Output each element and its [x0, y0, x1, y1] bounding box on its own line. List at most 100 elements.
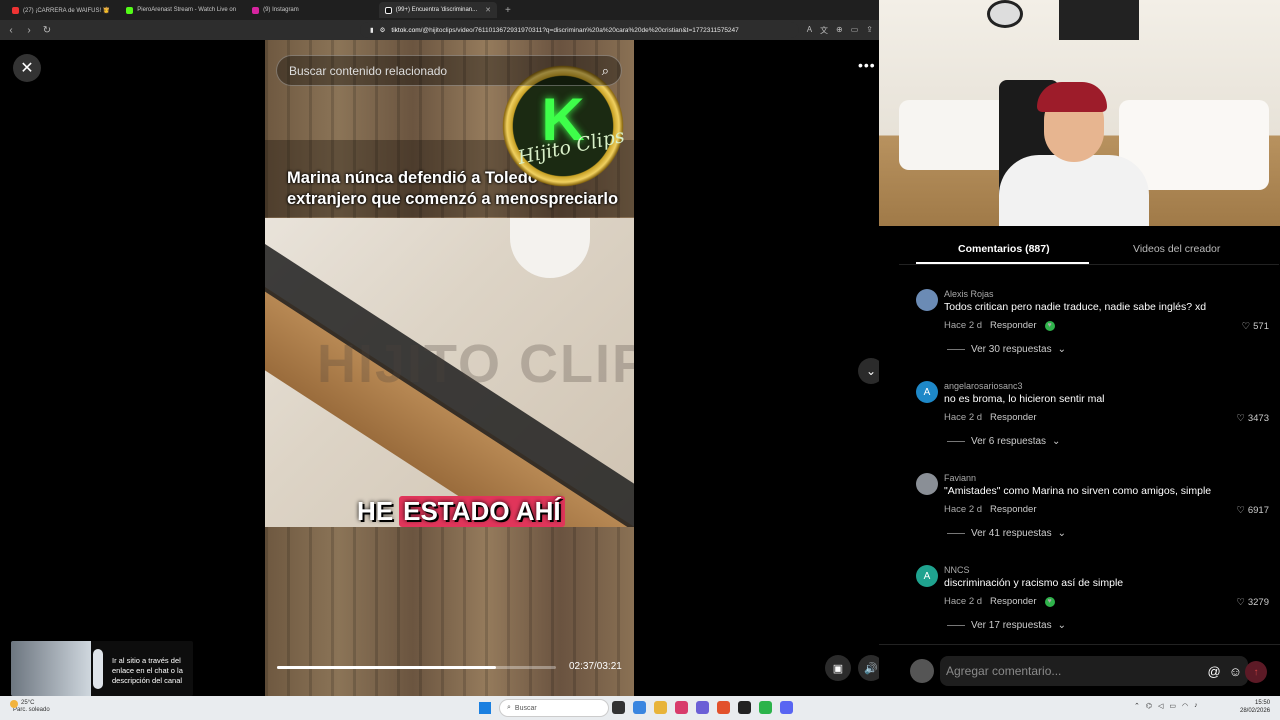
taskbar-clock[interactable]: 15:50 28/02/2026 — [1240, 699, 1270, 715]
app-icon[interactable] — [738, 701, 751, 714]
forward-icon[interactable]: › — [24, 25, 34, 36]
wifi-icon[interactable]: ◠ — [1182, 702, 1188, 710]
taskbar-search-label: Buscar — [514, 704, 537, 712]
comment-text: Todos critican pero nadie traduce, nadie… — [944, 301, 1207, 313]
explorer-icon[interactable] — [654, 701, 667, 714]
search-icon[interactable]: ⌕ — [602, 63, 609, 79]
reply-button[interactable]: Responder — [990, 320, 1036, 331]
avatar[interactable]: A — [916, 381, 938, 403]
browser-tab-tiktok[interactable]: (99+) Encuentra 'discriminan... ✕ — [378, 2, 498, 18]
brave-icon[interactable] — [717, 701, 730, 714]
app-icon[interactable] — [780, 701, 793, 714]
bookmark-icon[interactable]: ▮ — [370, 26, 374, 34]
video-caption: HE ESTADO AHÍ — [357, 496, 565, 527]
comment-username[interactable]: NNCS — [944, 565, 970, 575]
related-search-input[interactable]: Buscar contenido relacionado ⌕ — [276, 55, 622, 86]
browser-tab-instagram[interactable]: (9) Instagram — [246, 2, 305, 18]
kick-icon — [126, 6, 134, 14]
system-tray: ⌃ ⌬ ◁ ▭ ◠ ♪ — [1134, 702, 1198, 710]
url-field[interactable]: ▮ ⚙ tiktok.com/@hijitoclips/video/761101… — [360, 22, 799, 38]
replies-label: Ver 17 respuestas — [971, 620, 1052, 631]
avatar[interactable] — [916, 289, 938, 311]
zoom-icon[interactable]: ⊕ — [836, 25, 843, 36]
tab-creator-videos[interactable]: Videos del creador — [1133, 243, 1220, 255]
heart-icon: ♡ — [1236, 597, 1245, 608]
emoji-icon[interactable]: ☺ — [1229, 664, 1242, 679]
app-icon[interactable] — [759, 701, 772, 714]
mini-player-button[interactable]: ▣ — [825, 655, 851, 681]
task-view-icon[interactable] — [612, 701, 625, 714]
comment-time: Hace 2 d — [944, 596, 983, 607]
video-scene: HIJITO CLIPS — [265, 218, 634, 527]
browser-tab-youtube[interactable]: (27) ¡CARRERA de WAIFUS! 👸 — [6, 2, 116, 18]
heart-icon: ♡ — [1236, 413, 1245, 424]
app-icon[interactable] — [675, 701, 688, 714]
input-icons: @ ☺ — [1208, 664, 1242, 679]
view-replies-button[interactable]: Ver 41 respuestas ⌄ — [947, 528, 1066, 539]
like-button[interactable]: ♡ 571 — [1242, 321, 1269, 332]
tab-comments[interactable]: Comentarios (887) — [958, 243, 1050, 255]
windows-start-icon[interactable] — [479, 702, 491, 714]
divider — [947, 349, 965, 350]
chevron-up-icon[interactable]: ⌃ — [1134, 702, 1140, 710]
reply-button[interactable]: Responder — [990, 412, 1036, 423]
back-icon[interactable]: ‹ — [6, 25, 16, 36]
creator-reaction-icon: ♥ — [1044, 320, 1055, 331]
close-icon: ✕ — [20, 60, 34, 77]
volume-tray-icon[interactable]: ♪ — [1194, 702, 1198, 710]
video-progress-bar[interactable] — [277, 666, 556, 669]
like-count: 6917 — [1247, 505, 1269, 516]
screen: (27) ¡CARRERA de WAIFUS! 👸 PieroArenast … — [0, 0, 1280, 720]
reply-button[interactable]: Responder — [990, 596, 1036, 607]
view-replies-button[interactable]: Ver 17 respuestas ⌄ — [947, 620, 1066, 631]
network-icon[interactable]: ⌬ — [1146, 702, 1152, 710]
comment-meta: Hace 2 d Responder ♥ — [944, 320, 1055, 331]
avatar — [910, 659, 934, 683]
browser-tab-kick[interactable]: PieroArenast Stream - Watch Live on — [120, 2, 242, 18]
read-aloud-icon[interactable]: A — [807, 25, 812, 36]
app-icon[interactable] — [696, 701, 709, 714]
speaker-icon[interactable]: ◁ — [1158, 702, 1163, 710]
screen-icon[interactable]: ▭ — [851, 25, 859, 36]
comment-input[interactable]: Agregar comentario... @ ☺ — [940, 656, 1248, 686]
close-video-button[interactable]: ✕ — [13, 54, 41, 82]
battery-icon[interactable]: ▭ — [1169, 702, 1176, 710]
like-button[interactable]: ♡ 3279 — [1236, 597, 1269, 608]
like-button[interactable]: ♡ 3473 — [1236, 413, 1269, 424]
taskbar-search[interactable]: ⌕ Buscar — [499, 699, 609, 717]
reply-button[interactable]: Responder — [990, 504, 1036, 515]
view-replies-button[interactable]: Ver 30 respuestas ⌄ — [947, 344, 1066, 355]
mention-icon[interactable]: @ — [1208, 664, 1221, 679]
avatar[interactable] — [916, 473, 938, 495]
share-icon[interactable]: ⇪ — [866, 25, 873, 36]
new-tab-icon[interactable]: + — [501, 5, 515, 16]
weather-widget[interactable]: 25°C Parc. soleado — [10, 700, 50, 714]
like-count: 571 — [1253, 321, 1269, 332]
video-player[interactable]: Marina núnca defendió a Toledo de extran… — [265, 40, 634, 696]
like-button[interactable]: ♡ 6917 — [1236, 505, 1269, 516]
view-replies-button[interactable]: Ver 6 respuestas ⌄ — [947, 436, 1060, 447]
widgets-icon[interactable] — [633, 701, 646, 714]
avatar[interactable]: A — [916, 565, 938, 587]
browser-tab-bar: (27) ¡CARRERA de WAIFUS! 👸 PieroArenast … — [0, 0, 879, 20]
caption-highlight: ESTADO AHÍ — [399, 496, 565, 527]
stream-notification: Ir al sitio a través del enlace en el ch… — [11, 641, 193, 696]
notification-thumbnail — [11, 641, 91, 696]
comment-username[interactable]: Alexis Rojas — [944, 289, 994, 299]
replies-label: Ver 30 respuestas — [971, 344, 1052, 355]
send-button[interactable]: ↑ — [1245, 661, 1267, 683]
site-info-icon[interactable]: ⚙ — [380, 26, 386, 34]
comment-time: Hace 2 d — [944, 320, 983, 331]
weather-temp: 25°C — [21, 700, 35, 706]
comment-username[interactable]: Faviann — [944, 473, 976, 483]
creator-reaction-icon: ♥ — [1044, 596, 1055, 607]
reload-icon[interactable]: ↻ — [42, 25, 52, 36]
close-tab-icon[interactable]: ✕ — [485, 6, 491, 14]
tab-label: (9) Instagram — [263, 7, 299, 13]
divider — [947, 441, 965, 442]
url-site: tiktok.com — [391, 26, 421, 34]
notification-text: Ir al sitio a través del enlace en el ch… — [112, 656, 183, 685]
search-icon: ⌕ — [507, 704, 511, 711]
translate-icon[interactable]: 文 — [820, 25, 828, 36]
comment-username[interactable]: angelarosariosanc3 — [944, 381, 1023, 391]
